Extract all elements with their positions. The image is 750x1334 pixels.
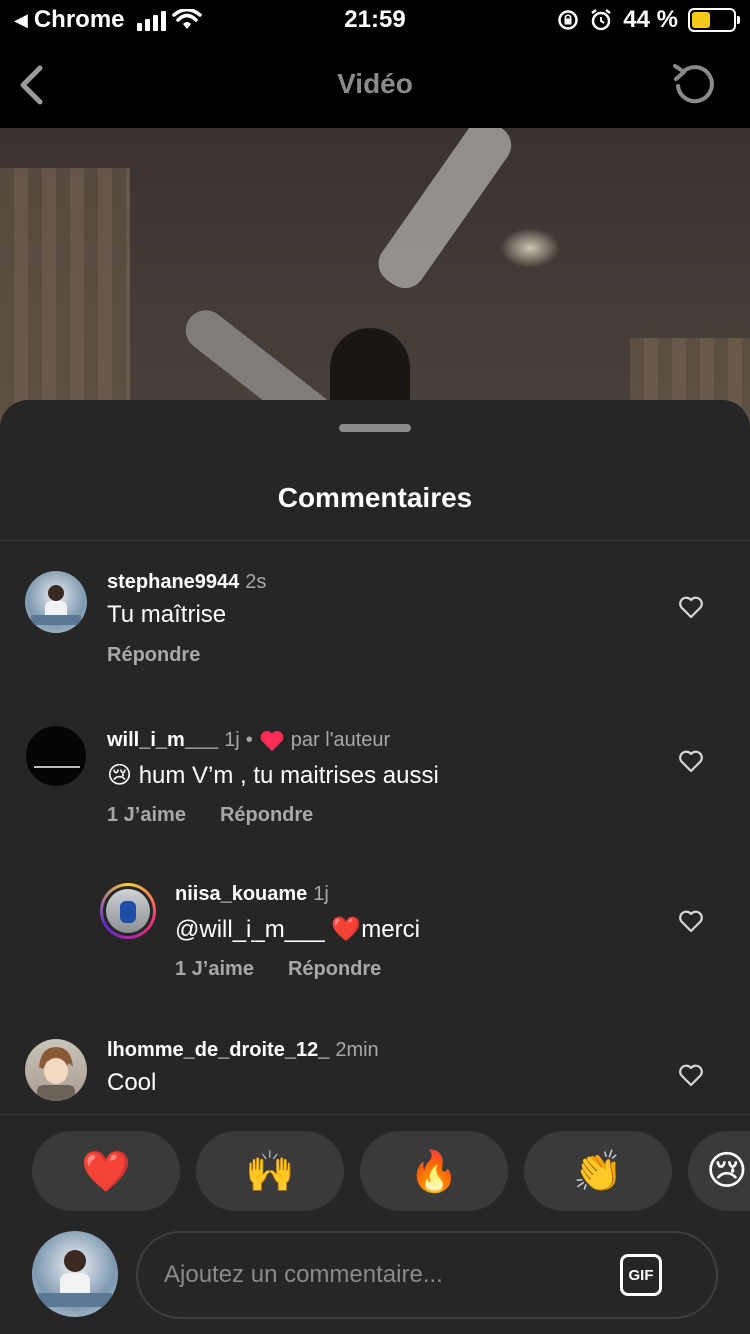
author-liked-heart-icon [260,730,284,751]
battery-level [692,12,710,28]
battery-icon [688,8,740,32]
video-ceiling-light [500,228,560,268]
emoji-clap-button[interactable]: 👏 [524,1131,672,1211]
comment-username[interactable]: lhomme_de_droite_12_ [107,1039,329,1062]
emoji-heart-button[interactable]: ❤️ [32,1131,180,1211]
avatar-photo-icon [31,585,81,625]
separator-dot: • [245,729,253,751]
comment-username[interactable]: stephane9944 [107,571,239,594]
battery-percent: 44 % [623,6,678,33]
comment-username[interactable]: will_i_m___ [107,729,218,752]
comment-header: lhomme_de_droite_12_ 2min [107,1039,379,1062]
comment-actions: Répondre [107,644,200,667]
avatar [106,889,150,933]
comment-header: niisa_kouame 1j [175,883,329,906]
quick-emoji-row: ❤️ 🙌 🔥 👏 😢 [32,1131,750,1211]
emoji-crying-button[interactable]: 😢 [688,1131,750,1211]
comment-text: Tu maîtrise [107,601,227,628]
heart-outline-icon[interactable] [678,1063,704,1087]
video-curtain-left [0,168,130,428]
comment-header: stephane9944 2s [107,571,266,594]
comment-time: 1j [313,883,329,905]
avatar-photo-line [34,766,80,768]
heart-outline-icon[interactable] [678,749,704,773]
status-bar: ◀ Chrome 21:59 44 % [0,0,750,44]
nav-bar: Vidéo [0,44,750,128]
comments-sheet: Commentaires stephane9944 2s Tu maîtrise… [0,400,750,1334]
current-user-avatar [32,1231,118,1317]
emoji-fire-button[interactable]: 🔥 [360,1131,508,1211]
sheet-drag-handle[interactable] [339,424,411,432]
alarm-icon [591,9,612,31]
refresh-icon[interactable] [670,60,718,108]
page-title: Vidéo [337,68,413,99]
comment-input[interactable] [164,1255,584,1295]
video-person-arm-right [370,128,519,297]
liked-by-author-label: par l'auteur [290,729,391,751]
sheet-title: Commentaires [277,482,473,513]
reply-button[interactable]: Répondre [220,804,313,827]
heart-outline-icon[interactable] [678,595,704,619]
avatar[interactable] [25,725,87,787]
avatar[interactable] [25,1039,87,1101]
comment-composer: ❤️ 🙌 🔥 👏 😢 GIF [0,1114,750,1334]
comment-input-container[interactable]: GIF [136,1231,718,1319]
orientation-lock-icon [558,10,579,30]
comment-header: will_i_m___ 1j • par l'auteur [107,729,390,752]
comment-text: 😢 hum V’m , tu maitrises aussi [107,762,439,789]
current-user-photo-icon [38,1250,112,1307]
emoji-raised-hands-button[interactable]: 🙌 [196,1131,344,1211]
comments-list[interactable]: stephane9944 2s Tu maîtrise Répondre wil… [0,541,750,1114]
avatar-anime-icon [37,1047,75,1101]
comment-actions: 1 J’aime Répondre [175,958,381,981]
likes-count[interactable]: 1 J’aime [175,958,254,981]
avatar[interactable] [25,571,87,633]
video-player[interactable] [0,128,750,428]
comment-time: 2min [335,1039,379,1061]
comment-text: @will_i_m___ ❤️merci [175,916,420,943]
comment-time: 2s [245,571,267,593]
reply-button[interactable]: Répondre [107,644,200,667]
comment-username[interactable]: niisa_kouame [175,883,307,906]
gif-button[interactable]: GIF [620,1254,662,1296]
comment-actions: 1 J’aime Répondre [107,804,313,827]
comment-text: Cool [107,1069,157,1096]
likes-count[interactable]: 1 J’aime [107,804,186,827]
heart-outline-icon[interactable] [678,909,704,933]
reply-button[interactable]: Répondre [288,958,381,981]
comment-time: 1j [224,729,240,751]
avatar-ring-gap [103,886,153,936]
avatar-photo-figure [120,901,136,923]
avatar-story-ring[interactable] [100,883,156,939]
